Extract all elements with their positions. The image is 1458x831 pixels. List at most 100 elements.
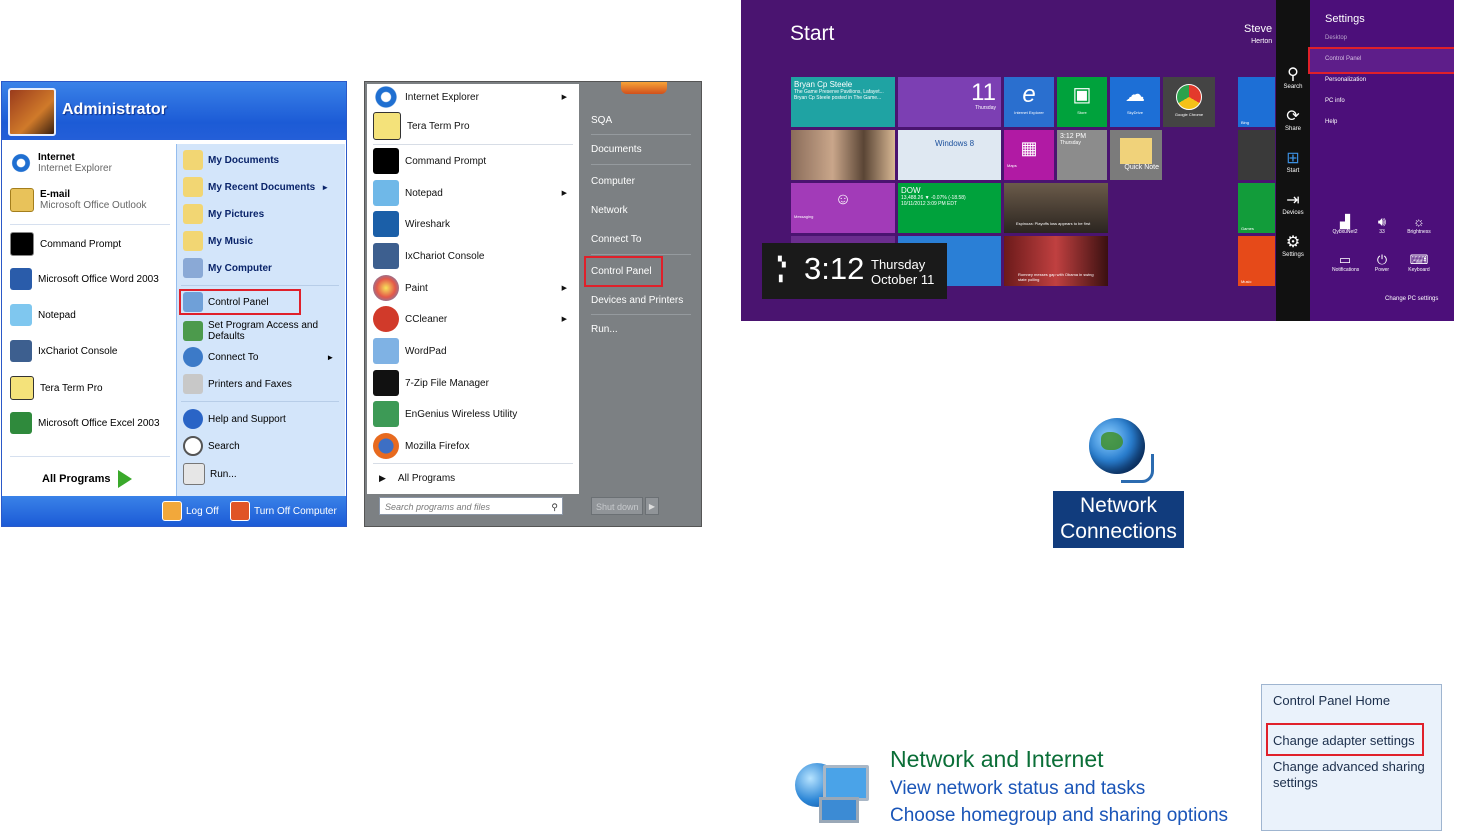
xp-item-search[interactable]: Search	[183, 436, 240, 456]
w7-item-ccleaner[interactable]: CCleaner ▶	[373, 306, 573, 332]
change-pc-settings-link[interactable]: Change PC settings	[1385, 296, 1438, 302]
w7-item-tera-term[interactable]: Tera Term Pro	[373, 112, 573, 140]
settings-item-desktop[interactable]: Desktop	[1325, 35, 1347, 41]
all-programs-button[interactable]: All Programs	[42, 470, 133, 488]
tile-sports[interactable]: Espinoza: Playoffs loss appears to be fi…	[1004, 183, 1108, 233]
control-panel-home-link[interactable]: Control Panel Home	[1273, 693, 1390, 709]
log-off-button[interactable]: Log Off	[162, 501, 219, 521]
quick-network[interactable]: ▟ QybxuNet2	[1332, 215, 1358, 236]
w7-item-wireshark[interactable]: Wireshark	[373, 211, 573, 237]
tile-finance[interactable]: DOW 13,488.26 ▼ -0.07% (-18.58) 10/11/20…	[898, 183, 1001, 233]
run-icon	[183, 463, 205, 485]
xp-item-word[interactable]: Microsoft Office Word 2003	[10, 268, 159, 290]
xp-item-my-computer[interactable]: My Computer	[183, 258, 272, 278]
xp-item-recent-documents[interactable]: My Recent Documents ►	[183, 177, 329, 197]
settings-item-pc-info[interactable]: PC info	[1325, 98, 1345, 104]
w7-item-notepad[interactable]: Notepad ▶	[373, 180, 573, 206]
tile-quick-note[interactable]: Quick Note	[1110, 130, 1162, 180]
w7-item-firefox[interactable]: Mozilla Firefox	[373, 433, 573, 459]
notepad-icon	[373, 180, 399, 206]
tile-google-chrome[interactable]: Google Chrome	[1163, 77, 1215, 127]
network-internet-icon	[795, 755, 871, 825]
view-network-status-link[interactable]: View network status and tasks	[890, 778, 1145, 800]
search-input[interactable]: Search programs and files ⚲	[379, 497, 563, 515]
wordpad-icon	[373, 338, 399, 364]
ixchariot-icon	[10, 340, 32, 362]
tile-games[interactable]: Games	[1238, 183, 1275, 233]
w7-item-ixchariot[interactable]: IxChariot Console	[373, 243, 573, 269]
tile-photos[interactable]	[791, 130, 895, 180]
note-icon	[1120, 138, 1152, 164]
tile-travel[interactable]	[1238, 130, 1275, 180]
tile-text: Romney messes gap with Obama in swing st…	[1018, 272, 1094, 282]
xp-item-notepad[interactable]: Notepad	[10, 304, 76, 326]
w7-item-7zip[interactable]: 7-Zip File Manager	[373, 370, 573, 396]
charm-devices[interactable]: ⇥ Devices	[1276, 192, 1310, 216]
charm-share[interactable]: ⟳ Share	[1276, 108, 1310, 132]
user-name: Administrator	[62, 101, 167, 118]
xp-item-internet[interactable]: Internet Internet Explorer	[10, 152, 112, 174]
w7-place-devices[interactable]: Devices and Printers	[591, 295, 683, 306]
w7-place-sqa[interactable]: SQA	[591, 115, 612, 126]
tile-store[interactable]: ▣ Store	[1057, 77, 1107, 127]
settings-item-personalization[interactable]: Personalization	[1325, 77, 1366, 83]
charm-start[interactable]: ⊞ Start	[1276, 150, 1310, 174]
quick-keyboard[interactable]: ⌨︎ Keyboard	[1406, 253, 1432, 274]
quick-volume[interactable]: 🔊︎ 33	[1369, 215, 1395, 236]
xp-item-command-prompt[interactable]: Command Prompt	[10, 232, 121, 256]
xp-item-email[interactable]: E-mail Microsoft Office Outlook	[10, 188, 147, 212]
tile-internet-explorer[interactable]: e Internet Explorer	[1004, 77, 1054, 127]
clock-time: 3:12 PM	[1060, 133, 1087, 140]
tile-windows8[interactable]: Windows 8	[898, 130, 1001, 180]
xp-item-connect-to[interactable]: Connect To ►	[183, 347, 334, 367]
shutdown-options-button[interactable]: ▶	[645, 497, 659, 515]
quick-brightness[interactable]: ☼ Brightness	[1406, 215, 1432, 236]
charm-search[interactable]: ⚲ Search	[1276, 66, 1310, 90]
w7-all-programs[interactable]: ▶ All Programs	[373, 468, 573, 488]
w7-item-wordpad[interactable]: WordPad	[373, 338, 573, 364]
user-tile[interactable]: Steve Herton	[1244, 24, 1272, 47]
tile-skydrive[interactable]: ☁ SkyDrive	[1110, 77, 1160, 127]
tile-news[interactable]: Romney messes gap with Obama in swing st…	[1004, 236, 1108, 286]
pictures-icon	[183, 204, 203, 224]
w7-place-documents[interactable]: Documents	[591, 144, 642, 155]
user-avatar[interactable]	[8, 88, 56, 136]
homegroup-sharing-link[interactable]: Choose homegroup and sharing options	[890, 805, 1228, 827]
tile-calendar[interactable]: 11 Thursday	[898, 77, 1001, 127]
network-internet-title[interactable]: Network and Internet	[890, 746, 1104, 773]
quick-notifications[interactable]: ▭ Notifications	[1332, 253, 1359, 274]
xp-item-my-music[interactable]: My Music	[183, 231, 253, 251]
change-advanced-sharing-link[interactable]: Change advanced sharing settings	[1273, 759, 1438, 791]
tile-maps[interactable]: ▦ Maps	[1004, 130, 1054, 180]
tile-music[interactable]: Music	[1238, 236, 1275, 286]
xp-item-my-documents[interactable]: My Documents	[183, 150, 279, 170]
shut-down-button[interactable]: Shut down	[591, 497, 643, 515]
tile-messaging[interactable]: ☺ Messaging	[791, 183, 895, 233]
xp-item-program-access[interactable]: Set Program Access and Defaults	[183, 320, 333, 342]
w7-item-paint[interactable]: Paint ▶	[373, 275, 573, 301]
w7-place-computer[interactable]: Computer	[591, 176, 635, 187]
item-label: Mozilla Firefox	[405, 440, 470, 452]
network-connections-shortcut[interactable]: Network Connections	[1053, 414, 1184, 548]
quick-power[interactable]: ⏻︎ Power	[1369, 253, 1395, 274]
w7-item-engenius[interactable]: EnGenius Wireless Utility	[373, 401, 573, 427]
settings-item-help[interactable]: Help	[1325, 119, 1337, 125]
w7-place-run[interactable]: Run...	[591, 324, 618, 335]
turn-off-button[interactable]: Turn Off Computer	[230, 501, 337, 521]
w7-item-internet-explorer[interactable]: Internet Explorer ▶	[373, 84, 573, 110]
w7-place-connect-to[interactable]: Connect To	[591, 234, 641, 245]
tile-bing[interactable]: Bing	[1238, 77, 1275, 127]
w7-place-network[interactable]: Network	[591, 205, 628, 216]
xp-item-ixchariot[interactable]: IxChariot Console	[10, 340, 117, 362]
charm-settings[interactable]: ⚙ Settings	[1276, 234, 1310, 258]
xp-item-run[interactable]: Run...	[183, 463, 237, 485]
xp-item-excel[interactable]: Microsoft Office Excel 2003	[10, 412, 160, 434]
xp-item-my-pictures[interactable]: My Pictures	[183, 204, 264, 224]
w7-item-command-prompt[interactable]: Command Prompt	[373, 148, 573, 174]
tile-clock[interactable]: 3:12 PM Thursday	[1057, 130, 1107, 180]
item-label: Paint	[405, 282, 428, 294]
xp-item-printers[interactable]: Printers and Faxes	[183, 374, 292, 394]
tile-people[interactable]: Bryan Cp Steele The Game Preserve Pavili…	[791, 77, 895, 127]
xp-item-help[interactable]: Help and Support	[183, 409, 286, 429]
xp-item-tera-term[interactable]: Tera Term Pro	[10, 376, 103, 400]
